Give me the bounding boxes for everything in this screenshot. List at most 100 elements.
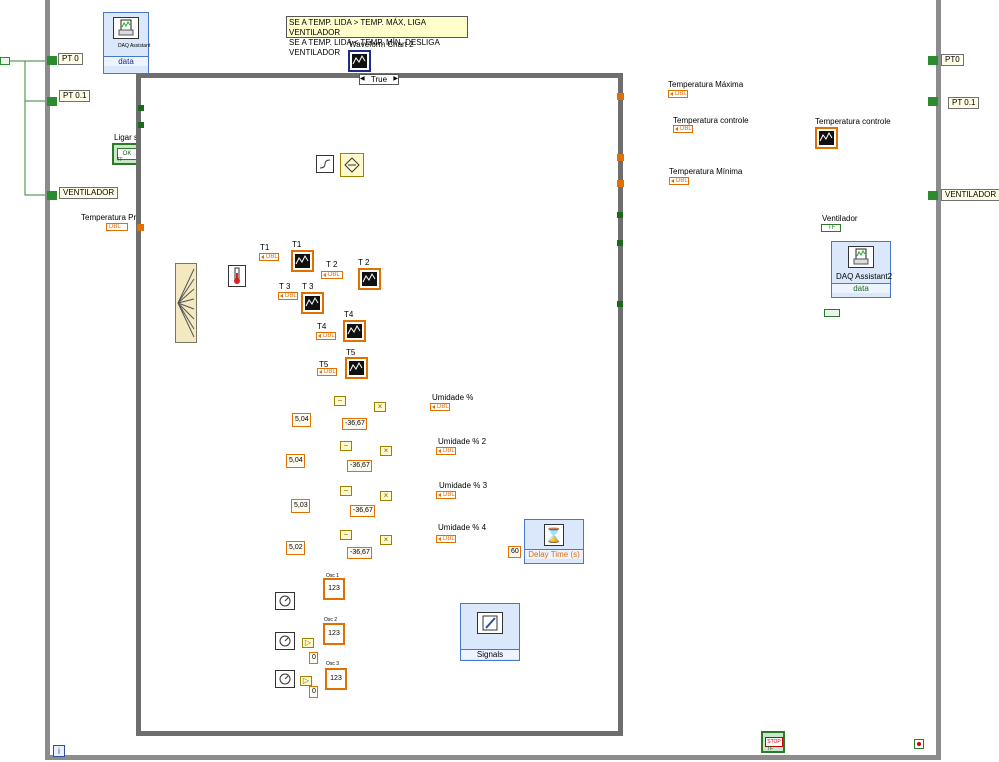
temp-min-indicator[interactable]: DBL (669, 177, 689, 185)
tunnel-right-1 (617, 93, 624, 100)
hourglass-icon: ⌛ (544, 524, 564, 546)
t1-chart[interactable] (291, 250, 314, 272)
t5-chart[interactable] (345, 357, 368, 379)
pt01-right-terminal[interactable] (928, 97, 938, 106)
daq2-title: DAQ Assistant2 (836, 272, 893, 281)
humidity-4-offset[interactable]: -36,67 (347, 547, 372, 559)
pt0-label: PT 0 (58, 53, 83, 65)
tunnel-right-5 (617, 240, 623, 246)
pt0-right-label: PT0 (941, 54, 964, 66)
osc-1-display[interactable]: 123 (323, 578, 345, 600)
osc-3-display[interactable]: 123 (325, 668, 347, 690)
build-array-node[interactable] (824, 309, 840, 317)
tunnel-left-2 (138, 122, 144, 128)
case-selector[interactable]: ◀ True ▶ (359, 74, 399, 85)
temp-ctrl-indicator[interactable]: DBL (673, 125, 693, 133)
daq-assistant2-node[interactable]: DAQ Assistant2 data (831, 241, 893, 298)
humidity-1-subtract[interactable]: − (334, 396, 346, 406)
humidity-4-subtract[interactable]: − (340, 530, 352, 540)
humidity-3-const[interactable]: 5,03 (291, 499, 310, 513)
humidity-4-const[interactable]: 5,02 (286, 541, 305, 555)
humidity-1-indicator[interactable]: DBL (430, 403, 450, 411)
temp-ctrl-label: Temperatura controle (673, 116, 749, 125)
osc-2-display[interactable]: 123 (323, 623, 345, 645)
temperatura-pro-control[interactable]: DBL (106, 223, 128, 231)
index-array-node[interactable] (175, 263, 197, 343)
ref-input-icon[interactable] (0, 57, 10, 65)
temp-min-label: Temperatura Mínima (669, 167, 743, 176)
humidity-2-indicator[interactable]: DBL (436, 447, 456, 455)
osc-2-node[interactable] (275, 632, 295, 650)
t2-chart[interactable] (358, 268, 381, 290)
humidity-3-offset[interactable]: -36,67 (350, 505, 375, 517)
ligar-tf: TF (117, 157, 124, 163)
t1-indicator[interactable]: DBL (259, 253, 279, 261)
humidity-1-offset[interactable]: -36,67 (342, 418, 367, 430)
pt01-right-label: PT 0.1 (948, 97, 980, 109)
t2-indicator[interactable]: DBL (321, 271, 343, 279)
t4-label: T4 (317, 322, 327, 331)
daq-assistant-node[interactable]: DAQ Assistant data (103, 12, 150, 74)
info-icon[interactable]: i (53, 745, 65, 757)
t4-chart[interactable] (343, 320, 366, 342)
delay-label: Delay Time (s) (525, 549, 583, 559)
humidity-4-indicator[interactable]: DBL (436, 535, 456, 543)
ventilador-ind[interactable]: TF (821, 224, 841, 232)
case-selector-right[interactable]: ▶ (393, 75, 398, 84)
pt01-terminal[interactable] (47, 97, 57, 106)
osc-2-add[interactable]: ▷ (302, 638, 314, 648)
osc-1-node[interactable] (275, 592, 295, 610)
humidity-2-subtract[interactable]: − (340, 441, 352, 451)
tunnel-right-3 (617, 180, 624, 187)
humidity-1-const[interactable]: 5,04 (292, 413, 311, 427)
osc-2-zero[interactable]: 0 (309, 652, 318, 664)
t2-label: T 2 (326, 260, 338, 269)
humidity-4-multiply[interactable]: × (380, 535, 392, 545)
tunnel-right-6 (617, 301, 623, 307)
waveform-chart-label: Waveform Chart 2 (349, 40, 414, 49)
pt0-right-terminal[interactable] (928, 56, 938, 65)
humidity-2-offset[interactable]: -36,67 (347, 460, 372, 472)
humidity-2-multiply[interactable]: × (380, 446, 392, 456)
t4-indicator[interactable]: DBL (316, 332, 336, 340)
waveform-chart-icon[interactable] (348, 50, 371, 72)
thermometer-node[interactable] (228, 265, 246, 287)
tunnel-right-4 (617, 212, 623, 218)
delay-const[interactable]: 60 (508, 546, 521, 558)
ventilador-right-terminal[interactable] (928, 191, 938, 200)
humidity-1-multiply[interactable]: × (374, 402, 386, 412)
stop-button[interactable]: STOP TF (761, 731, 785, 753)
loop-condition-icon[interactable] (914, 739, 924, 749)
temp-max-indicator[interactable]: DBL (668, 90, 688, 98)
daq2-icon (848, 246, 874, 268)
osc-3-zero[interactable]: 0 (309, 686, 318, 698)
compare-node[interactable] (316, 155, 334, 173)
ventilador-label: VENTILADOR (59, 187, 119, 199)
signals-node[interactable]: Signals (460, 603, 520, 661)
tunnel-right-2 (617, 154, 624, 161)
osc-3-node[interactable] (275, 670, 295, 688)
t3-indicator[interactable]: DBL (278, 292, 298, 300)
delay-time-node[interactable]: ⌛ Delay Time (s) (524, 519, 584, 564)
t1-chart-label: T1 (292, 240, 302, 249)
humidity-3-indicator[interactable]: DBL (436, 491, 456, 499)
signals-label: Signals (461, 649, 519, 659)
humidity-2-const[interactable]: 5,04 (286, 454, 305, 468)
t3-chart[interactable] (301, 292, 324, 314)
in-range-coerce-node[interactable] (340, 153, 364, 177)
humidity-3-multiply[interactable]: × (380, 491, 392, 501)
t3-chart-label: T 3 (302, 282, 314, 291)
pt0-terminal[interactable] (47, 56, 57, 65)
humidity-4-label: Umidade % 4 (438, 523, 487, 532)
temp-max-label: Temperatura Máxima (668, 80, 744, 89)
case-selector-left[interactable]: ◀ (360, 75, 365, 84)
tunnel-left-1 (138, 105, 144, 111)
daq-icon (113, 17, 139, 39)
t4-chart-label: T4 (344, 310, 354, 319)
ventilador-terminal[interactable] (47, 191, 57, 200)
temp-ctrl-chart[interactable] (815, 127, 838, 149)
osc-3-add[interactable]: ▷ (300, 676, 312, 686)
t5-indicator[interactable]: DBL (317, 368, 337, 376)
write-to-file-icon (477, 612, 503, 634)
humidity-3-subtract[interactable]: − (340, 486, 352, 496)
